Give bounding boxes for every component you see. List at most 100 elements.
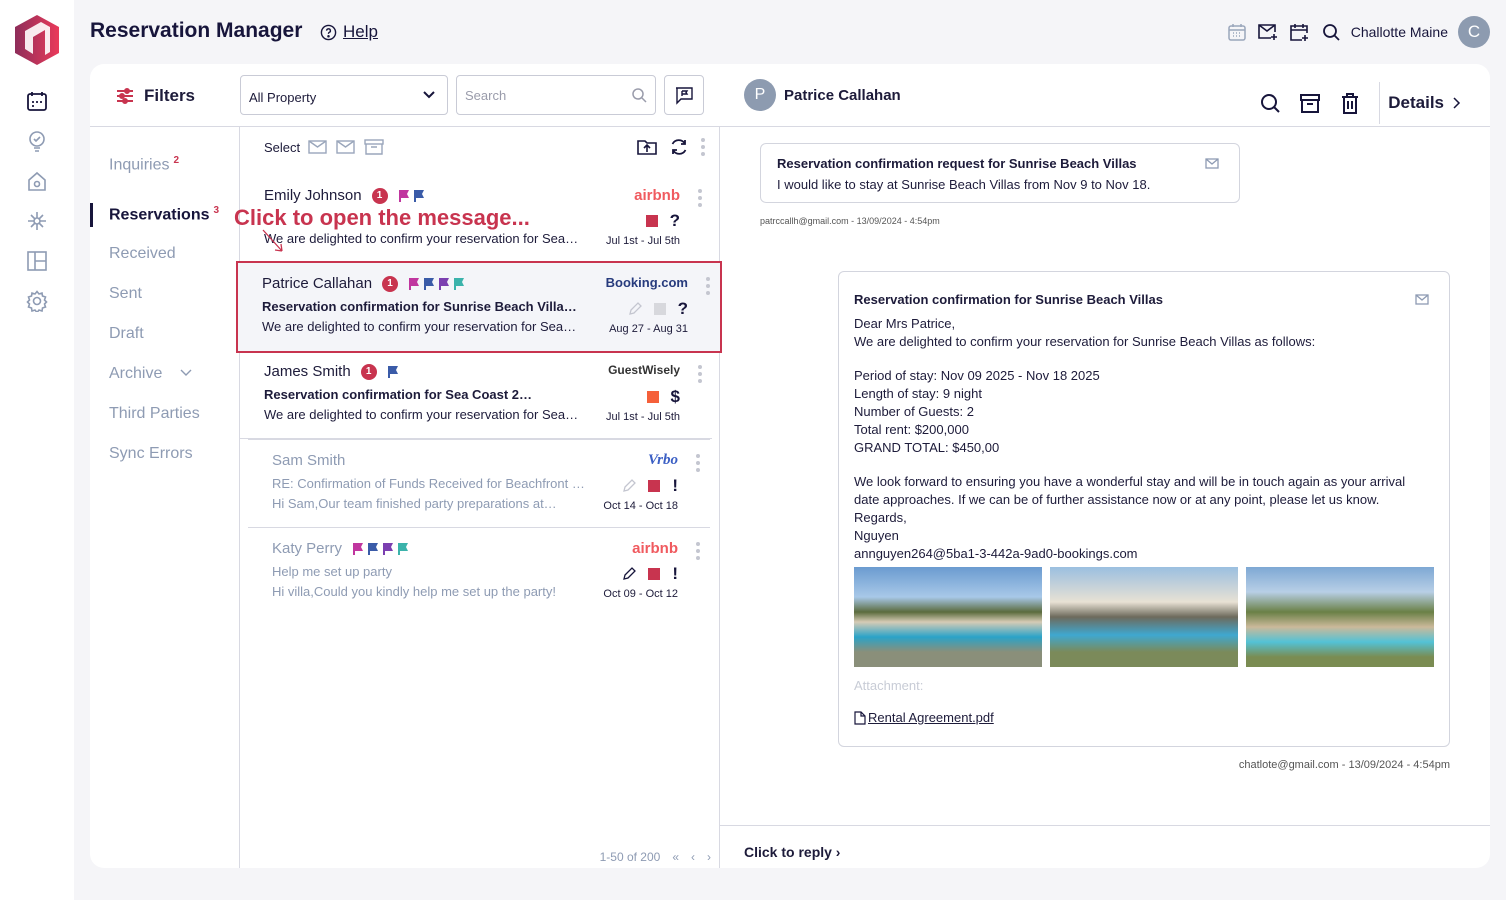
message-row[interactable]: Patrice Callahan 1 Reservation confirmati…: [236, 261, 722, 353]
unread-badge: 1: [360, 363, 377, 380]
contact-name: Patrice Callahan: [784, 87, 901, 104]
prev-page-icon[interactable]: ‹: [691, 850, 695, 864]
help-link[interactable]: Help: [320, 22, 378, 42]
more-icon[interactable]: [698, 365, 702, 383]
archive-icon[interactable]: [364, 139, 384, 155]
status-color[interactable]: [653, 303, 666, 315]
nav-sent[interactable]: Sent: [109, 285, 142, 303]
search-input[interactable]: Search: [456, 75, 656, 115]
settings-icon[interactable]: [26, 290, 48, 312]
lightbulb-check-icon[interactable]: [26, 130, 48, 152]
home-gear-icon[interactable]: [26, 170, 48, 192]
calendar-icon[interactable]: [26, 90, 48, 112]
reply-message: Reservation confirmation for Sunrise Bea…: [838, 271, 1450, 747]
pencil-icon[interactable]: [622, 479, 637, 493]
flag-icon[interactable]: [423, 277, 435, 290]
status: !: [622, 564, 678, 584]
request-meta: patrccallh@gmail.com - 13/09/2024 - 4:54…: [760, 216, 940, 226]
first-page-icon[interactable]: «: [672, 850, 679, 864]
pencil-icon[interactable]: [628, 302, 642, 316]
property-select[interactable]: All Property: [240, 75, 448, 115]
trash-icon[interactable]: [1339, 92, 1361, 114]
details-button[interactable]: Details: [1379, 82, 1462, 124]
select-label[interactable]: Select: [264, 140, 300, 155]
stay-dates: Oct 09 - Oct 12: [603, 588, 678, 600]
folder-upload-icon[interactable]: [637, 138, 657, 156]
active-indicator: [90, 203, 93, 227]
status-color[interactable]: [648, 568, 661, 580]
nav-third-parties[interactable]: Third Parties: [109, 405, 200, 423]
villa-photo[interactable]: [1050, 567, 1238, 667]
more-icon[interactable]: [698, 189, 702, 207]
more-icon[interactable]: [696, 542, 700, 560]
villa-photos: [854, 567, 1434, 667]
mark-unread-icon[interactable]: [336, 139, 356, 155]
flag-icon[interactable]: [387, 365, 399, 378]
nav-archive[interactable]: Archive: [109, 365, 193, 383]
search-icon[interactable]: [1259, 92, 1281, 114]
message-subject: Reservation confirmation for Sunrise Bea…: [262, 299, 582, 314]
flag-icon[interactable]: [397, 542, 409, 555]
reply-line: annguyen264@5ba1-3-442a-9ad0-bookings.co…: [854, 546, 1138, 561]
flag-icon[interactable]: [438, 277, 450, 290]
file-icon: [854, 711, 866, 725]
calendar-grid-icon[interactable]: [1227, 22, 1247, 42]
layout-icon[interactable]: [26, 250, 48, 272]
new-message-button[interactable]: [664, 75, 704, 115]
flag-icon[interactable]: [413, 189, 425, 202]
help-label[interactable]: Help: [343, 22, 378, 42]
status-color[interactable]: [645, 215, 658, 227]
icon-rail: [0, 0, 74, 900]
flag-icon[interactable]: [382, 542, 394, 555]
search-icon[interactable]: [1321, 22, 1341, 42]
message-preview: We are delighted to confirm your reserva…: [264, 231, 579, 246]
nav-draft[interactable]: Draft: [109, 325, 144, 343]
flag-icon[interactable]: [352, 542, 364, 555]
pencil-icon[interactable]: [622, 567, 637, 581]
status-color[interactable]: [648, 480, 661, 492]
user-name[interactable]: Challotte Maine: [1351, 24, 1448, 40]
message-row[interactable]: Sam Smith RE: Confirmation of Funds Rece…: [248, 439, 710, 527]
stay-dates: Jul 1st - Jul 5th: [606, 235, 680, 247]
more-icon[interactable]: [696, 454, 700, 472]
nav-sync-errors[interactable]: Sync Errors: [109, 445, 193, 463]
flag-icon[interactable]: [453, 277, 465, 290]
main-card: Filters All Property Search Inquiries 2 R…: [90, 64, 1490, 868]
status-color[interactable]: [646, 391, 659, 403]
flag-icon[interactable]: [408, 277, 420, 290]
attachment-link[interactable]: Rental Agreement.pdf: [854, 709, 1434, 727]
filters-button[interactable]: Filters: [116, 86, 195, 106]
flag-icon[interactable]: [398, 189, 410, 202]
request-text: I would like to stay at Sunrise Beach Vi…: [777, 177, 1151, 192]
nav-reservations[interactable]: Reservations 3: [109, 205, 219, 224]
network-icon[interactable]: [26, 210, 48, 232]
villa-photo[interactable]: [854, 567, 1042, 667]
more-icon[interactable]: [701, 138, 705, 156]
user-avatar[interactable]: C: [1458, 16, 1490, 48]
flag-icon[interactable]: [367, 542, 379, 555]
flags: [408, 277, 465, 290]
click-to-reply[interactable]: Click to reply ›: [720, 825, 1490, 868]
more-icon[interactable]: [706, 277, 710, 295]
refresh-icon[interactable]: [669, 137, 689, 157]
pagination-label: 1-50 of 200: [599, 850, 661, 864]
help-icon: [320, 24, 337, 40]
mark-read-icon[interactable]: [308, 139, 328, 155]
list-header: Filters All Property Search: [90, 64, 720, 127]
message-row[interactable]: Katy Perry Help me set up party Hi villa…: [248, 527, 710, 615]
select-toolbar: Select: [264, 139, 384, 155]
add-calendar-icon[interactable]: [1289, 22, 1311, 42]
request-message[interactable]: Reservation confirmation request for Sun…: [760, 143, 1240, 203]
message-row[interactable]: James Smith 1 Reservation confirmation fo…: [240, 351, 712, 439]
next-page-icon[interactable]: ›: [707, 850, 711, 864]
message-subject: RE: Confirmation of Funds Received for B…: [272, 476, 592, 491]
villa-photo[interactable]: [1246, 567, 1434, 667]
sender-name: James Smith: [264, 363, 351, 380]
nav-received[interactable]: Received: [109, 245, 176, 263]
archive-icon[interactable]: [1299, 92, 1321, 114]
sender-name: Patrice Callahan: [262, 275, 373, 292]
new-mail-icon[interactable]: [1257, 22, 1279, 42]
stay-dates: Jul 1st - Jul 5th: [606, 411, 680, 423]
detail-tools: Details: [1259, 82, 1462, 124]
nav-inquiries[interactable]: Inquiries 2: [109, 155, 179, 174]
